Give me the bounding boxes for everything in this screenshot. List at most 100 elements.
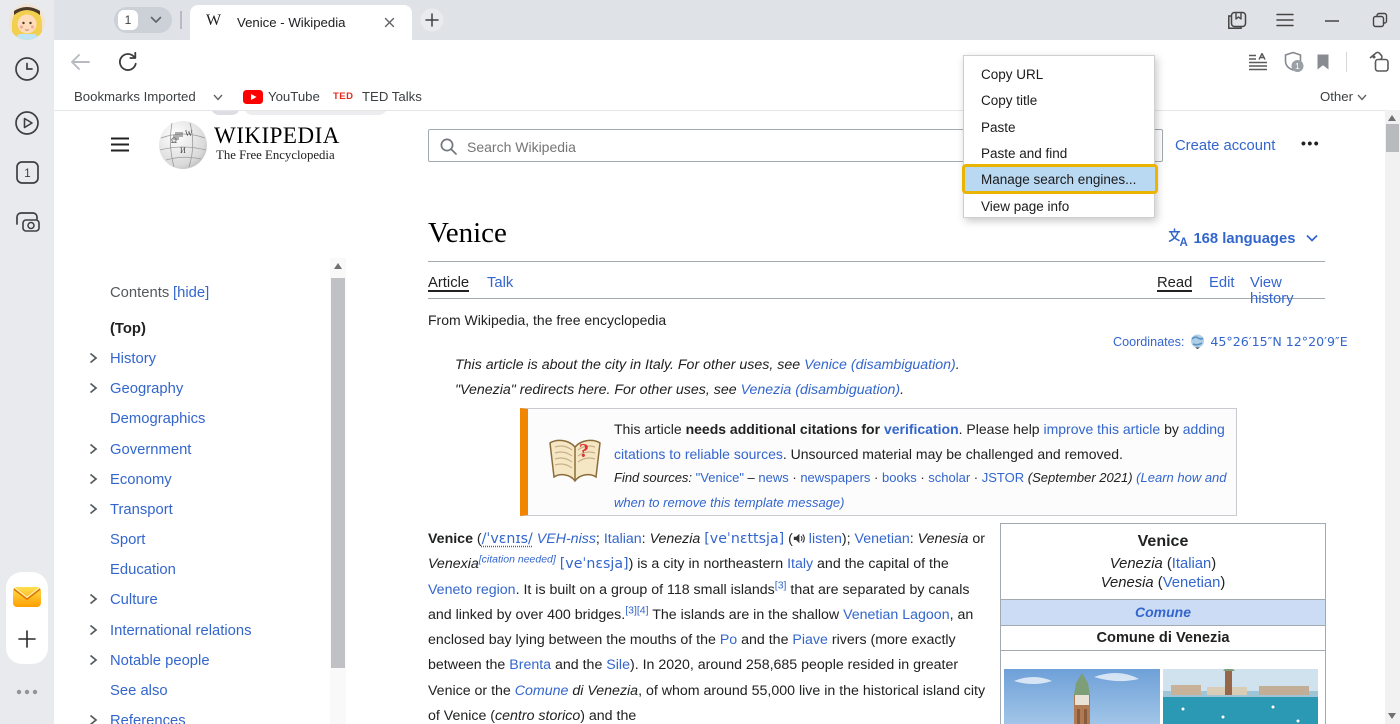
chevron-down-icon — [213, 94, 223, 101]
svg-text:W: W — [185, 129, 193, 138]
reload-icon[interactable] — [117, 51, 138, 72]
toc-item[interactable]: Geography — [88, 381, 183, 403]
bookmarks-folder[interactable]: Bookmarks Imported — [74, 89, 196, 104]
youtube-icon — [243, 90, 263, 104]
infobox-title: Venice — [1001, 524, 1325, 551]
infobox-comune-row[interactable]: Comune — [1001, 599, 1325, 625]
chevron-right-icon[interactable] — [88, 593, 110, 609]
tab-view-history[interactable]: View history — [1250, 275, 1325, 307]
bookmarks-other-folder[interactable]: Other — [1320, 89, 1353, 104]
scroll-down-arrow[interactable] — [1388, 713, 1396, 719]
chevron-right-icon[interactable] — [88, 382, 110, 398]
tab-edit[interactable]: Edit — [1209, 275, 1235, 291]
panels-icon[interactable] — [1227, 11, 1247, 30]
toc-scrollbar[interactable] — [330, 258, 346, 724]
tabstrip-divider — [180, 11, 182, 29]
add-service-icon[interactable] — [17, 629, 37, 649]
wikipedia-logo-globe[interactable]: Ω W И — [158, 120, 208, 170]
chevron-right-icon[interactable] — [88, 503, 110, 519]
menu-icon[interactable] — [1276, 13, 1294, 27]
search-icon — [440, 138, 457, 155]
globe-icon — [1190, 334, 1205, 349]
wikipedia-wordmark[interactable]: WIKIPEDIA — [214, 123, 340, 149]
chevron-right-icon[interactable] — [88, 654, 110, 670]
more-options-icon[interactable] — [15, 688, 39, 696]
collections-icon[interactable] — [1366, 50, 1392, 74]
context-menu-item[interactable]: Paste — [964, 115, 1154, 141]
toc-item[interactable]: Culture — [88, 592, 158, 614]
left-sidebar-rail: 1 — [0, 0, 54, 724]
bookmark-ted-talks[interactable]: TED Talks — [362, 89, 422, 104]
chevron-right-icon[interactable] — [88, 443, 110, 459]
history-icon[interactable] — [14, 56, 40, 82]
chevron-right-icon[interactable] — [88, 624, 110, 640]
restore-button[interactable] — [1372, 12, 1388, 28]
languages-label: 168 languages — [1193, 231, 1295, 247]
toc-item[interactable]: Economy — [88, 472, 172, 494]
tab-group-button[interactable]: 1 — [114, 7, 172, 33]
new-tab-button[interactable] — [420, 8, 444, 32]
chevron-right-icon[interactable] — [88, 352, 110, 368]
minimize-button[interactable] — [1325, 20, 1339, 22]
toc-scrollbar-thumb[interactable] — [331, 278, 345, 668]
tab-read[interactable]: Read — [1157, 275, 1192, 291]
bookmark-icon[interactable] — [1316, 53, 1330, 71]
article-subtitle: From Wikipedia, the free encyclopedia — [428, 312, 666, 328]
toc-item[interactable]: (Top) — [88, 321, 146, 343]
bookmarks-bar: Bookmarks Imported YouTube TED TED Talks… — [54, 84, 1400, 111]
toc-item[interactable]: References — [88, 713, 186, 724]
context-menu-item[interactable]: View page info — [964, 194, 1154, 220]
scroll-up-arrow[interactable] — [1388, 115, 1396, 121]
toc-header: Contents — [110, 285, 169, 301]
coordinates[interactable]: Coordinates: 45°26′15″N 12°20′9″E — [1113, 334, 1348, 349]
search-input[interactable] — [465, 131, 869, 162]
hatnote: "Venezia" redirects here. For other uses… — [455, 378, 904, 403]
context-menu-item[interactable]: Copy URL — [964, 62, 1154, 88]
lead-paragraph: Venice (/ˈvɛnɪs/ VEH-niss; Italian: Vene… — [428, 527, 995, 724]
context-menu-item[interactable]: Manage search engines... — [962, 164, 1158, 194]
player-icon[interactable] — [14, 110, 40, 136]
context-menu: Copy URLCopy titlePastePaste and findMan… — [963, 55, 1155, 218]
tab-close-icon[interactable] — [384, 17, 395, 28]
hatnote: This article is about the city in Italy.… — [455, 353, 960, 378]
infobox-photo-campanile[interactable] — [1004, 669, 1160, 724]
wiki-menu-icon[interactable] — [110, 137, 130, 152]
page-scrollbar[interactable] — [1385, 110, 1400, 724]
infobox-photo-lagoon[interactable] — [1163, 669, 1318, 724]
back-icon[interactable] — [68, 52, 92, 72]
reader-mode-icon[interactable] — [1248, 53, 1268, 71]
tab-group-count: 1 — [118, 10, 138, 30]
bookmark-youtube[interactable]: YouTube — [268, 89, 320, 104]
context-menu-item[interactable]: Copy title — [964, 88, 1154, 114]
tabs-panel-icon[interactable]: 1 — [15, 160, 40, 185]
user-menu-ellipsis[interactable]: ••• — [1301, 135, 1320, 151]
avatar[interactable] — [8, 3, 46, 41]
toc-hide-link[interactable]: [hide] — [173, 285, 209, 301]
tab-article[interactable]: Article — [428, 275, 469, 291]
toolbar-divider — [1346, 52, 1347, 72]
toc-item[interactable]: Government — [88, 442, 191, 464]
chevron-right-icon[interactable] — [88, 473, 110, 489]
create-account-link[interactable]: Create account — [1175, 138, 1275, 154]
toc-item[interactable]: See also — [88, 683, 168, 705]
chevron-right-icon[interactable] — [88, 714, 110, 724]
page-scrollbar-thumb[interactable] — [1386, 124, 1399, 152]
wikipedia-tagline: The Free Encyclopedia — [216, 148, 335, 163]
screenshot-icon[interactable] — [13, 209, 41, 235]
toc-item[interactable]: History — [88, 351, 156, 373]
citation-needed-banner: ? This article needs additional citation… — [520, 408, 1237, 516]
languages-button[interactable]: A 168 languages — [1168, 228, 1318, 248]
mail-icon[interactable] — [12, 585, 42, 609]
toc-item[interactable]: Transport — [88, 502, 173, 524]
toc-item[interactable]: Sport — [88, 532, 145, 554]
banner-find-sources: Find sources: "Venice" – news · newspape… — [614, 466, 1236, 515]
tab-talk[interactable]: Talk — [487, 275, 513, 291]
protect-shield-icon[interactable]: 1 — [1282, 50, 1306, 74]
scroll-up-arrow[interactable] — [334, 263, 342, 269]
context-menu-item[interactable]: Paste and find — [964, 141, 1154, 167]
active-tab[interactable]: W Venice - Wikipedia — [190, 5, 412, 40]
toc-item[interactable]: Demographics — [88, 411, 205, 433]
toc-item[interactable]: International relations — [88, 623, 251, 645]
toc-item[interactable]: Notable people — [88, 653, 210, 675]
toc-item[interactable]: Education — [88, 562, 176, 584]
